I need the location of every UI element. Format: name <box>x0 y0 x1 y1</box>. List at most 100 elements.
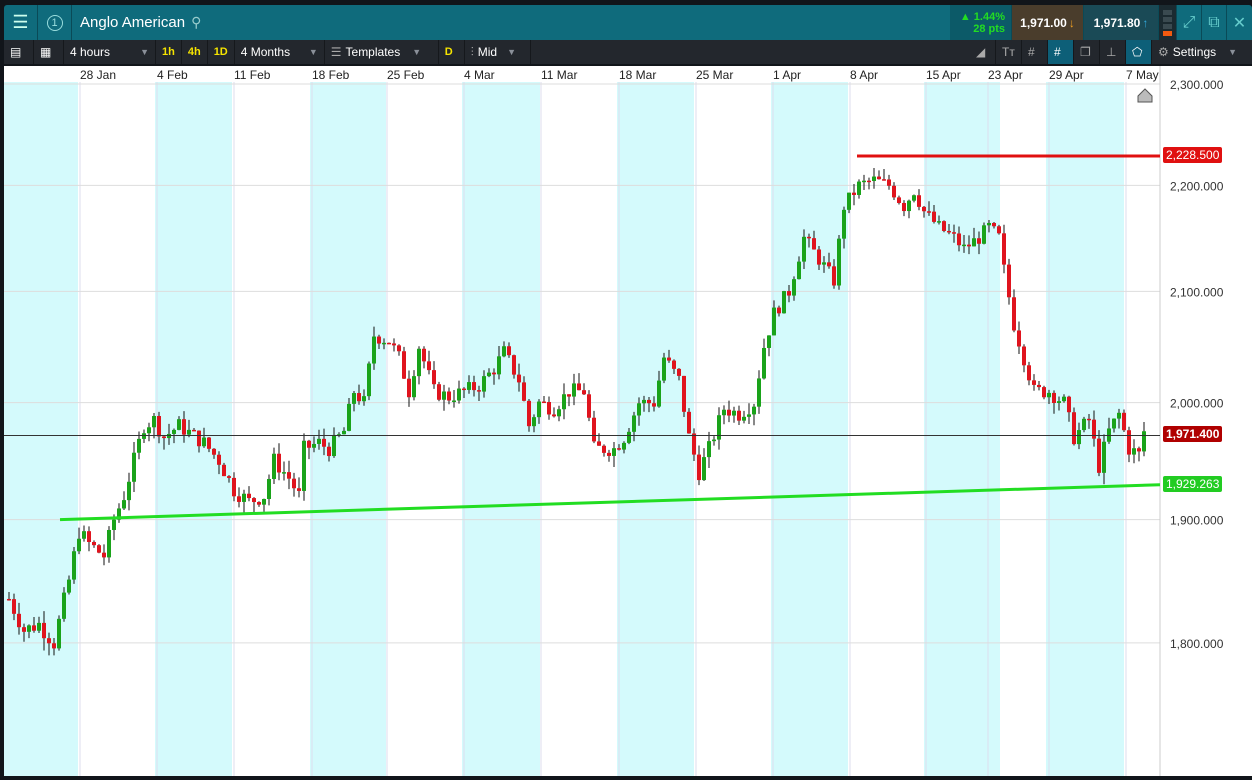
candle-body <box>762 347 766 379</box>
candle <box>682 375 686 417</box>
candle-body <box>17 613 21 628</box>
candle-body <box>772 307 776 336</box>
candle-body <box>207 437 211 449</box>
workspace-badge[interactable]: 1 <box>38 5 72 40</box>
candle-body <box>662 357 666 381</box>
candle-body <box>182 419 186 435</box>
interval-select[interactable]: 4 hours ▼ <box>64 40 156 64</box>
candle-body <box>667 357 671 361</box>
close-icon[interactable]: ✕ <box>1227 5 1252 40</box>
price-tick-label: 2,000.000 <box>1170 397 1224 411</box>
candle-body <box>487 372 491 377</box>
candle-body <box>787 291 791 296</box>
list-icon[interactable]: ▤ <box>4 40 34 64</box>
candle-body <box>682 375 686 412</box>
candle-body <box>1042 387 1046 398</box>
date-tick-label: 18 Mar <box>619 68 656 82</box>
candle-body <box>362 396 366 402</box>
date-tick-label: 18 Feb <box>312 68 350 82</box>
sell-price-button[interactable]: 1,971.00 ↓ <box>1012 5 1084 40</box>
candle-body <box>442 391 446 400</box>
grid-edit-icon[interactable]: # <box>1048 40 1074 64</box>
quick-1d[interactable]: 1D <box>208 40 235 64</box>
candle-body <box>537 401 541 418</box>
candle <box>997 224 1001 235</box>
candle-body <box>517 374 521 383</box>
quick-1h[interactable]: 1h <box>156 40 182 64</box>
candle-body <box>642 399 646 404</box>
candle-body <box>832 266 836 286</box>
candle-body <box>557 409 561 417</box>
candle <box>782 290 786 314</box>
candle-body <box>267 478 271 499</box>
range-select[interactable]: 4 Months ▼ <box>235 40 325 64</box>
candle-body <box>372 336 376 364</box>
candle-body <box>142 433 146 439</box>
search-icon[interactable]: ⚲ <box>191 14 201 31</box>
templates-select[interactable]: ☰ Templates ▼ <box>325 40 439 64</box>
candle-body <box>522 382 526 401</box>
candle-body <box>767 335 771 348</box>
candle-body <box>677 368 681 376</box>
d-button[interactable]: D <box>439 40 465 64</box>
candle-body <box>937 221 941 223</box>
candle-body <box>192 429 196 432</box>
quick-4h[interactable]: 4h <box>182 40 208 64</box>
price-chart[interactable]: 28 Jan 4 Feb 11 Feb 18 Feb 25 Feb 4 Mar 11 Mar… <box>4 66 1252 776</box>
settings-button[interactable]: ⚙ Settings ▼ <box>1152 40 1252 64</box>
candle-body <box>1007 264 1011 298</box>
week-band <box>4 82 78 776</box>
candle-body <box>1132 448 1136 455</box>
text-icon[interactable]: Tт <box>996 40 1022 64</box>
candle-body <box>842 209 846 239</box>
layout-icon[interactable]: ▦ <box>34 40 64 64</box>
candle-body <box>482 376 486 392</box>
price-type-select[interactable]: ⫶ Mid ▼ <box>465 40 531 64</box>
candle-body <box>817 249 821 265</box>
instrument-title[interactable]: Anglo American <box>80 14 185 31</box>
candle <box>72 546 76 584</box>
candle-body <box>637 403 641 416</box>
menu-button[interactable]: ☰ <box>4 5 38 40</box>
draw-icon[interactable]: ◢ <box>970 40 996 64</box>
candle-body <box>732 410 736 416</box>
candle-body <box>827 262 831 267</box>
candle-body <box>247 493 251 499</box>
candle-body <box>1027 365 1031 381</box>
candle-body <box>1097 438 1101 473</box>
candle-body <box>872 176 876 182</box>
gear-icon: ⚙ <box>1158 45 1169 59</box>
candle-body <box>942 221 946 231</box>
candle <box>942 220 946 233</box>
grid-icon[interactable]: # <box>1022 40 1048 64</box>
candle <box>367 361 371 401</box>
candle-body <box>547 401 551 415</box>
candle-body <box>52 643 56 649</box>
candle-body <box>1037 384 1041 388</box>
candle-body <box>792 279 796 296</box>
candle-body <box>272 453 276 479</box>
candle-body <box>917 195 921 207</box>
crosshair-icon[interactable]: ⊥ <box>1100 40 1126 64</box>
layers-icon[interactable]: ❐ <box>1074 40 1100 64</box>
tag-icon[interactable]: ⬠ <box>1126 40 1152 64</box>
candle <box>982 222 986 245</box>
candle-body <box>1057 401 1061 403</box>
chevron-down-icon: ▼ <box>412 47 422 57</box>
candle-body <box>302 440 306 491</box>
date-tick-label: 8 Apr <box>850 68 878 82</box>
expand-icon[interactable]: ⤢ <box>1177 5 1202 40</box>
candle-body <box>967 244 971 247</box>
date-tick-label: 15 Apr <box>926 68 961 82</box>
candle <box>837 235 841 290</box>
buy-price-button[interactable]: 1,971.80 ↑ <box>1084 5 1159 40</box>
candle-body <box>702 457 706 481</box>
candle-body <box>72 551 76 580</box>
candle-body <box>887 179 891 186</box>
popout-icon[interactable]: ⧉ <box>1202 5 1227 40</box>
candle-body <box>232 477 236 497</box>
candle-body <box>492 372 496 375</box>
candle-body <box>12 599 16 614</box>
candle-body <box>252 498 256 503</box>
candle-body <box>467 382 471 390</box>
